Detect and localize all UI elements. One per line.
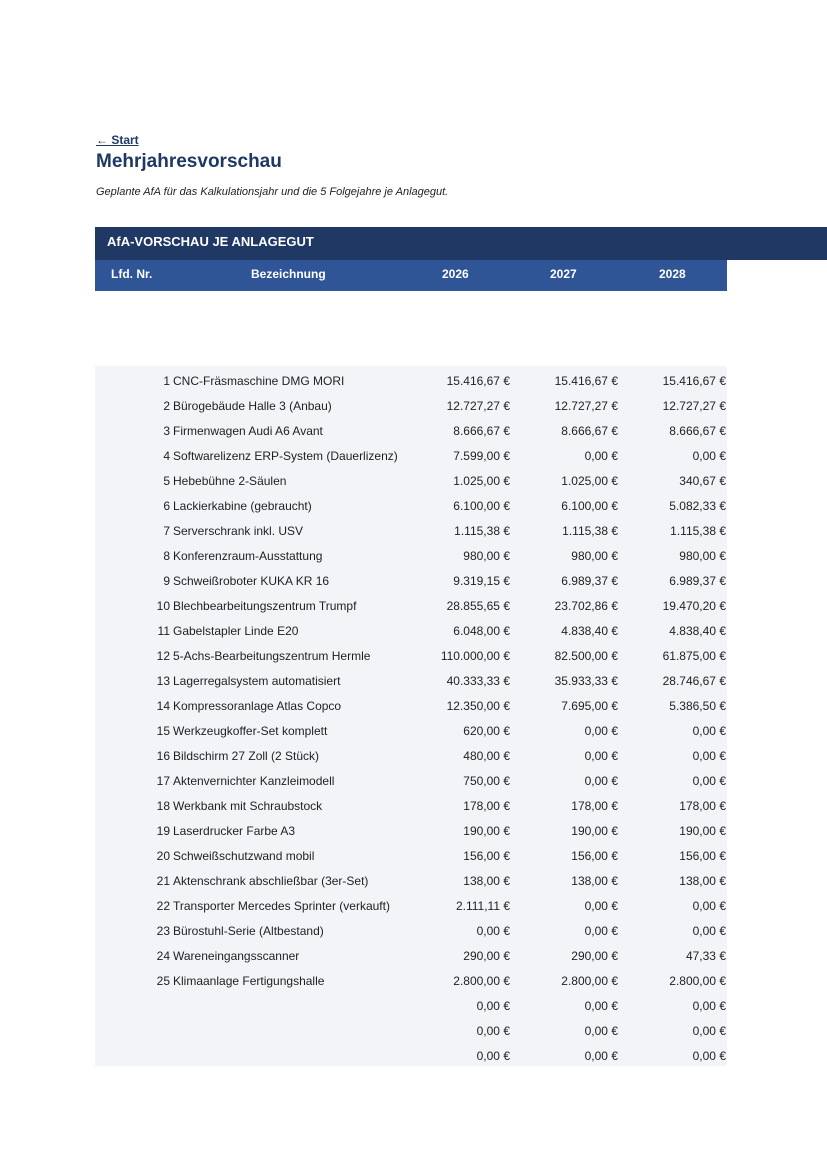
column-header-lfd-nr: Lfd. Nr. [111,267,153,281]
table-row: 10 Blechbearbeitungszentrum Trumpf 28.855,… [95,591,727,616]
table-row: 14 Kompressoranlage Atlas Copco 12.350,00 … [95,691,727,716]
cell-year-2: 0,00 € [584,1049,618,1063]
cell-year-1: 0,00 € [476,1049,510,1063]
table-row: 1 CNC-Fräsmaschine DMG MORI 15.416,67 €15.… [95,366,727,391]
table-row: 6 Lackierkabine (gebraucht) 6.100,00 €6.10… [95,491,727,516]
table-row: 11 Gabelstapler Linde E20 6.048,00 €4.838,… [95,616,727,641]
table-row: 18 Werkbank mit Schraubstock 178,00 €178,0… [95,791,727,816]
table-row: 17 Aktenvernichter Kanzleimodell 750,00 €0… [95,766,727,791]
table-row: 5 Hebebühne 2-Säulen 1.025,00 €1.025,00 €3… [95,466,727,491]
table-row: 0,00 € 0,00 € 0,00 € [95,1041,727,1066]
table-row: 2 Bürogebäude Halle 3 (Anbau) 12.727,27 €1… [95,391,727,416]
back-to-start-link[interactable]: ← Start [96,133,139,147]
table-row: 25 Klimaanlage Fertigungshalle 2.800,00 €2… [95,966,727,991]
table-header-row: Lfd. Nr. Bezeichnung 2026 2027 2028 [95,260,727,291]
table-row: 22 Transporter Mercedes Sprinter (verkauf… [95,891,727,916]
page-subtitle: Geplante AfA für das Kalkulationsjahr un… [96,186,449,198]
table-row: 8 Konferenzraum-Ausstattung 980,00 €980,00… [95,541,727,566]
table-row: 9 Schweißroboter KUKA KR 16 9.319,15 €6.98… [95,566,727,591]
table-row: 7 Serverschrank inkl. USV 1.115,38 €1.115,… [95,516,727,541]
table-row: 21 Aktenschrank abschließbar (3er-Set) 138… [95,866,727,891]
table-row: 20 Schweißschutzwand mobil 156,00 €156,00 … [95,841,727,866]
column-header-year-2: 2027 [550,267,577,281]
table-row: 13 Lagerregalsystem automatisiert 40.333,3… [95,666,727,691]
column-header-year-1: 2026 [442,267,469,281]
table-row: 0,00 €0,00 €0,00 € [95,1016,727,1041]
table-row: 4 Softwarelizenz ERP-System (Dauerlizenz)… [95,441,727,466]
column-header-bezeichnung: Bezeichnung [251,267,326,281]
afa-table-body: 1 CNC-Fräsmaschine DMG MORI 15.416,67 €15.… [95,366,727,1066]
table-row: 23 Bürostuhl-Serie (Altbestand) 0,00 €0,00… [95,916,727,941]
table-row: 0,00 €0,00 €0,00 € [95,991,727,1016]
page-title: Mehrjahresvorschau [96,151,282,172]
table-row: 16 Bildschirm 27 Zoll (2 Stück) 480,00 €0,… [95,741,727,766]
table-row: 12 5-Achs-Bearbeitungszentrum Hermle 110.0… [95,641,727,666]
table-row: 19 Laserdrucker Farbe A3 190,00 €190,00 €1… [95,816,727,841]
table-row: 15 Werkzeugkoffer-Set komplett 620,00 €0,0… [95,716,727,741]
section-header: AfA-VORSCHAU JE ANLAGEGUT [95,227,827,260]
column-header-year-3: 2028 [659,267,686,281]
table-row: 3 Firmenwagen Audi A6 Avant 8.666,67 €8.66… [95,416,727,441]
table-row: 24 Wareneingangsscanner 290,00 €290,00 €47… [95,941,727,966]
cell-year-3: 0,00 € [692,1049,726,1063]
